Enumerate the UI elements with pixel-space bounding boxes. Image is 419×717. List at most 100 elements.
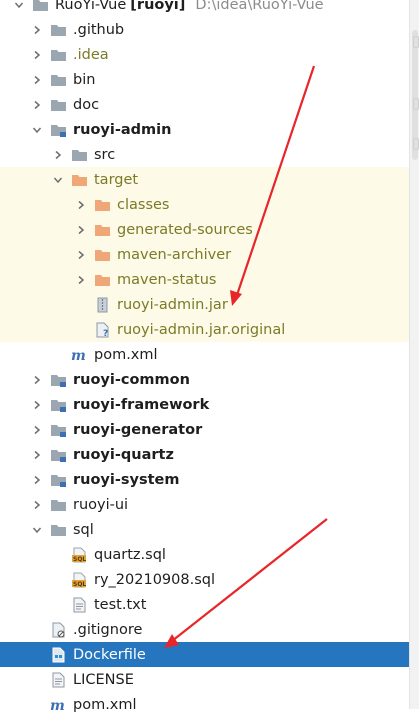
tree-row-ruoyi-common[interactable]: ruoyi-common [0, 367, 409, 392]
tree-label: doc [73, 96, 100, 113]
tree-row-ruoyi-system[interactable]: ruoyi-system [0, 467, 409, 492]
tree-label: Dockerfile [73, 646, 146, 663]
tree-row-maven-archiver[interactable]: maven-archiver [0, 242, 409, 267]
tree-label: generated-sources [117, 221, 253, 238]
excluded-folder-icon [94, 247, 111, 263]
module-tag: [ruoyi] [130, 0, 186, 13]
tree-row-doc[interactable]: doc [0, 92, 409, 117]
tree-label: ruoyi-admin.jar [117, 296, 228, 313]
tree-row-idea[interactable]: .idea [0, 42, 409, 67]
tree-row-ruoyi-ui[interactable]: ruoyi-ui [0, 492, 409, 517]
folder-icon [50, 72, 67, 88]
tree-row-admin-jar-original[interactable]: ? ruoyi-admin.jar.original [0, 317, 409, 342]
chevron-right-icon[interactable] [30, 48, 44, 62]
jar-icon [94, 297, 111, 313]
project-path: D:\idea\RuoYi-Vue [195, 0, 324, 13]
tree-label: ruoyi-ui [73, 496, 129, 513]
sql-file-icon: SQL [71, 572, 88, 588]
chevron-right-icon[interactable] [30, 448, 44, 462]
chevron-right-icon[interactable] [30, 373, 44, 387]
gutter-mark [413, 138, 419, 150]
chevron-down-icon[interactable] [30, 123, 44, 137]
excluded-folder-icon [71, 172, 88, 188]
gutter-mark [413, 36, 419, 48]
vertical-scrollbar[interactable] [409, 0, 419, 709]
chevron-down-icon[interactable] [12, 0, 26, 12]
tree-row-dockerfile[interactable]: Dockerfile [0, 642, 409, 667]
tree-row-test-txt[interactable]: test.txt [0, 592, 409, 617]
gutter-mark [413, 98, 419, 110]
tree-label: LICENSE [73, 671, 134, 688]
tree-label: ruoyi-system [73, 471, 180, 488]
tree-label: ruoyi-common [73, 371, 190, 388]
svg-text:m: m [71, 348, 86, 363]
tree-row-maven-status[interactable]: maven-status [0, 267, 409, 292]
excluded-folder-icon [94, 272, 111, 288]
chevron-right-icon[interactable] [30, 498, 44, 512]
tree-label: .idea [73, 46, 109, 63]
svg-text:m: m [50, 698, 65, 713]
tree-row-root-pom[interactable]: m pom.xml [0, 692, 409, 717]
module-folder-icon [50, 372, 67, 388]
tree-row-target[interactable]: target [0, 167, 409, 192]
unknown-file-icon: ? [94, 322, 111, 338]
tree-label: sql [73, 521, 94, 538]
tree-row-admin-jar[interactable]: ruoyi-admin.jar [0, 292, 409, 317]
chevron-right-icon[interactable] [30, 423, 44, 437]
tree-label: ruoyi-generator [73, 421, 203, 438]
folder-icon [50, 47, 67, 63]
chevron-right-icon[interactable] [30, 73, 44, 87]
svg-text:?: ? [103, 329, 108, 338]
folder-icon [50, 22, 67, 38]
tree-row-src[interactable]: src [0, 142, 409, 167]
chevron-right-icon[interactable] [74, 273, 88, 287]
tree-label: target [94, 171, 139, 188]
chevron-right-icon[interactable] [74, 248, 88, 262]
gitignore-file-icon [50, 622, 67, 638]
tree-label: src [94, 146, 116, 163]
chevron-right-icon[interactable] [30, 473, 44, 487]
tree-row-sql[interactable]: sql [0, 517, 409, 542]
tree-row-gitignore[interactable]: .gitignore [0, 617, 409, 642]
folder-icon [50, 97, 67, 113]
chevron-right-icon[interactable] [74, 198, 88, 212]
tree-row-ruoyi-generator[interactable]: ruoyi-generator [0, 417, 409, 442]
sql-file-icon: SQL [71, 547, 88, 563]
text-file-icon [71, 597, 88, 613]
tree-label: quartz.sql [94, 546, 166, 563]
tree-row-ruoyi-framework[interactable]: ruoyi-framework [0, 392, 409, 417]
svg-text:SQL: SQL [73, 556, 86, 563]
tree-label: .github [73, 21, 125, 38]
folder-icon [32, 0, 49, 13]
chevron-down-icon[interactable] [30, 523, 44, 537]
chevron-right-icon[interactable] [30, 398, 44, 412]
tree-row-bin[interactable]: bin [0, 67, 409, 92]
dockerfile-icon [50, 647, 67, 663]
tree-row-github[interactable]: .github [0, 17, 409, 42]
chevron-right-icon[interactable] [30, 98, 44, 112]
module-folder-icon [50, 447, 67, 463]
tree-row-classes[interactable]: classes [0, 192, 409, 217]
tree-row-quartz-sql[interactable]: SQL quartz.sql [0, 542, 409, 567]
tree-row-project-root[interactable]: RuoYi-Vue [ruoyi] D:\idea\RuoYi-Vue [0, 0, 409, 17]
tree-row-generated-sources[interactable]: generated-sources [0, 217, 409, 242]
tree-row-admin-pom[interactable]: m pom.xml [0, 342, 409, 367]
tree-row-license[interactable]: LICENSE [0, 667, 409, 692]
tree-label: bin [73, 71, 96, 88]
module-folder-icon [50, 472, 67, 488]
tree-label: classes [117, 196, 170, 213]
folder-icon [50, 522, 67, 538]
tree-row-ruoyi-admin[interactable]: ruoyi-admin [0, 117, 409, 142]
maven-icon: m [71, 347, 88, 363]
excluded-folder-icon [94, 197, 111, 213]
chevron-right-icon[interactable] [51, 148, 65, 162]
tree-row-ry-sql[interactable]: SQL ry_20210908.sql [0, 567, 409, 592]
tree-row-ruoyi-quartz[interactable]: ruoyi-quartz [0, 442, 409, 467]
chevron-right-icon[interactable] [30, 23, 44, 37]
project-tree[interactable]: RuoYi-Vue [ruoyi] D:\idea\RuoYi-Vue .git… [0, 0, 409, 713]
chevron-down-icon[interactable] [51, 173, 65, 187]
tree-label: .gitignore [73, 621, 143, 638]
folder-icon [50, 497, 67, 513]
chevron-right-icon[interactable] [74, 223, 88, 237]
module-folder-icon [50, 422, 67, 438]
